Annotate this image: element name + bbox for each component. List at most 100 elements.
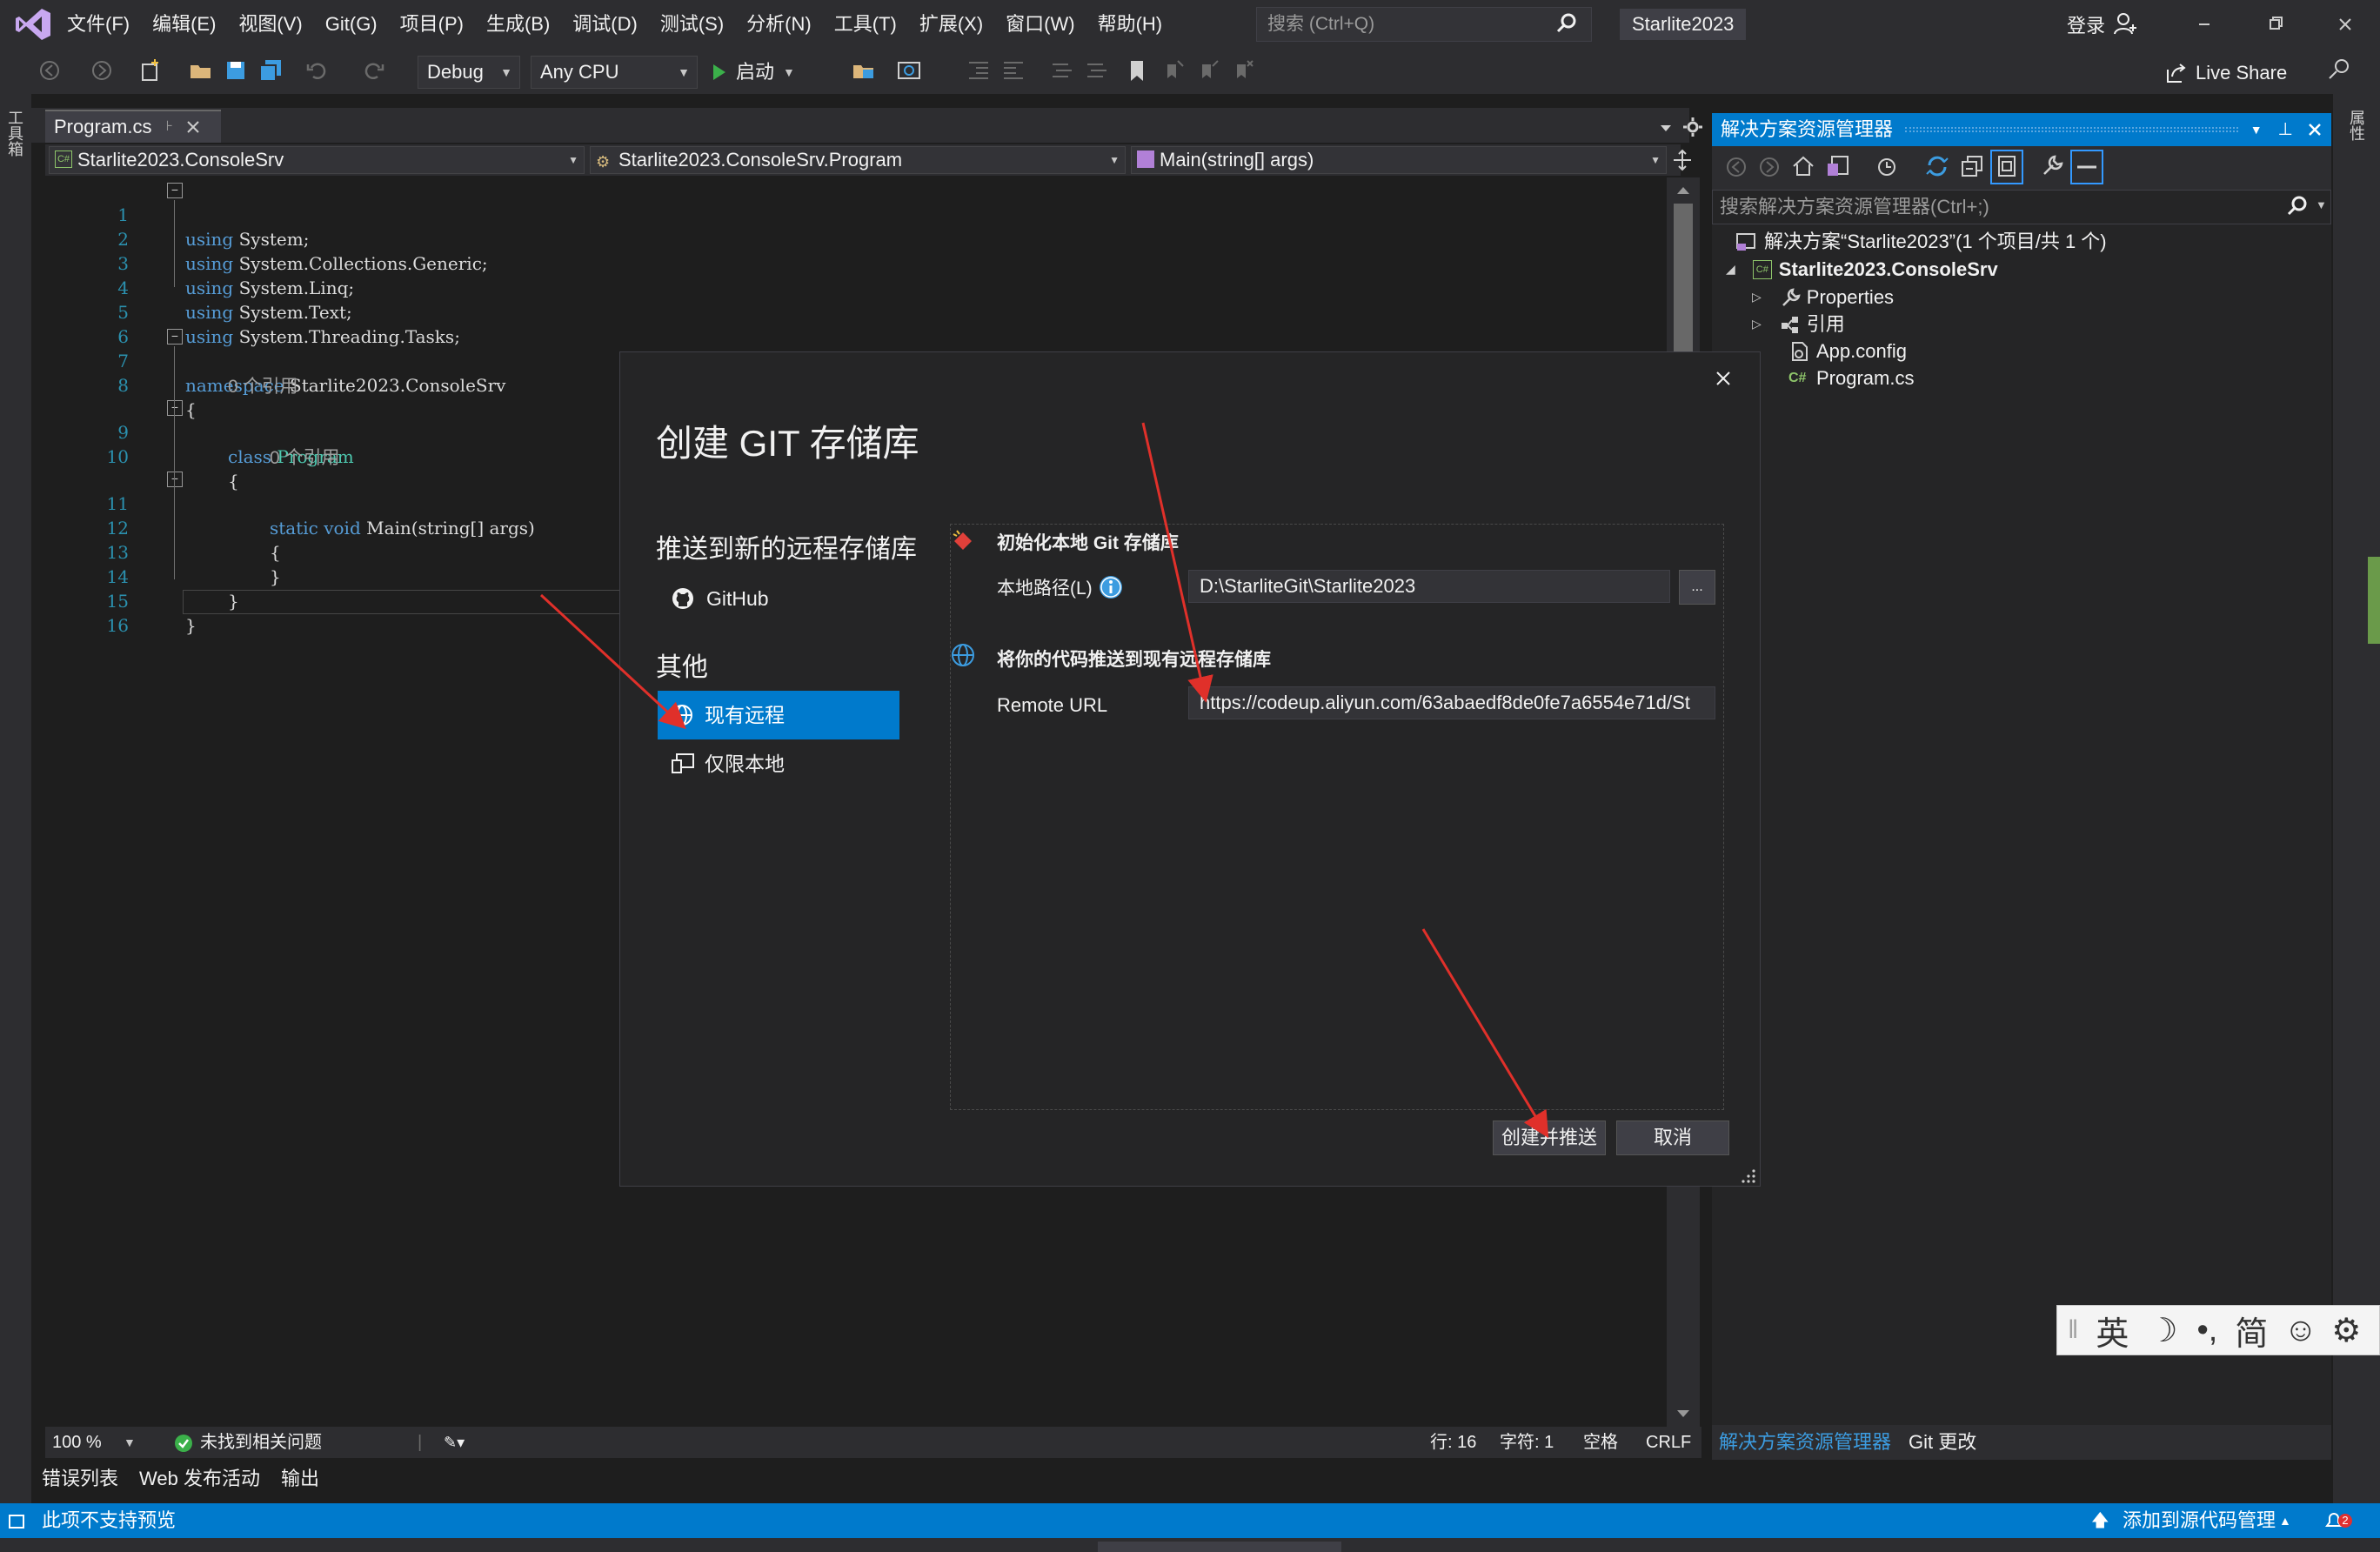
show-all-files-button[interactable]: [1990, 150, 2023, 184]
code-cleanup-icon[interactable]: ✎▾: [444, 1427, 465, 1458]
back-icon[interactable]: [37, 57, 63, 84]
open-file-folder-icon[interactable]: [851, 57, 877, 84]
bookmark-icon[interactable]: [1124, 57, 1150, 84]
pin-icon[interactable]: ⊦: [165, 112, 172, 142]
new-project-icon[interactable]: [137, 57, 164, 84]
member-navigation-dropdown[interactable]: Main(string[] args) ▼: [1131, 146, 1667, 174]
project-navigation-dropdown[interactable]: C# Starlite2023.ConsoleSrv ▼: [49, 146, 585, 174]
outdent-icon[interactable]: [1000, 57, 1026, 84]
global-search-input[interactable]: 搜索 (Ctrl+Q): [1256, 7, 1592, 42]
switch-views-icon[interactable]: [1825, 153, 1851, 179]
comment-out-icon[interactable]: [1049, 57, 1075, 84]
live-share-button[interactable]: Live Share: [2164, 56, 2287, 90]
scroll-up-icon[interactable]: [1674, 183, 1693, 198]
home-icon[interactable]: [1790, 153, 1816, 179]
solution-explorer-search-input[interactable]: 搜索解决方案资源管理器(Ctrl+;): [1712, 190, 2331, 224]
code-lens-references[interactable]: 0 个引用: [228, 372, 298, 398]
next-bookmark-icon[interactable]: [1195, 57, 1221, 84]
forward-icon[interactable]: [89, 57, 115, 84]
collapsed-chevron-icon[interactable]: ▷: [1752, 311, 1762, 338]
resize-grip-icon[interactable]: [1740, 1167, 1757, 1185]
horizontal-scroll-thumb[interactable]: [1098, 1542, 1341, 1552]
solution-platform-dropdown[interactable]: Any CPU ▼: [531, 56, 698, 89]
menu-analyze[interactable]: 分析(N): [735, 0, 823, 49]
ime-settings-gear-icon[interactable]: ⚙: [2331, 1311, 2361, 1350]
issues-status[interactable]: 未找到相关问题: [200, 1427, 322, 1458]
window-position-dropdown-icon[interactable]: ▼: [2250, 113, 2263, 146]
menu-git[interactable]: Git(G): [314, 0, 389, 49]
tree-item-program-cs[interactable]: C# Program.cs: [1788, 365, 1914, 391]
remote-url-input[interactable]: https://codeup.aliyun.com/63abaedf8de0fe…: [1188, 686, 1715, 719]
collapse-icon[interactable]: −: [167, 183, 183, 198]
pending-changes-filter-icon[interactable]: [1874, 153, 1900, 179]
tab-error-list[interactable]: 错误列表: [31, 1462, 129, 1496]
menu-file[interactable]: 文件(F): [56, 0, 141, 49]
info-icon[interactable]: [1098, 574, 1124, 600]
tab-program-cs[interactable]: Program.cs ⊦: [45, 110, 221, 143]
local-path-input[interactable]: D:\StarliteGit\Starlite2023: [1188, 570, 1670, 603]
collapsed-chevron-icon[interactable]: ▷: [1752, 284, 1762, 311]
tab-git-changes[interactable]: Git 更改: [1898, 1425, 1987, 1460]
properties-wrench-icon[interactable]: [2039, 153, 2065, 179]
chevron-down-icon[interactable]: ▼: [124, 1427, 136, 1458]
menu-edit[interactable]: 编辑(E): [141, 0, 227, 49]
clear-bookmarks-icon[interactable]: [1230, 57, 1256, 84]
collapse-icon[interactable]: −: [167, 472, 183, 487]
forward-icon[interactable]: [1757, 155, 1782, 179]
search-icon[interactable]: [2284, 193, 2310, 219]
browse-button[interactable]: ...: [1679, 570, 1715, 605]
preview-selected-button[interactable]: [2070, 150, 2103, 184]
feedback-icon[interactable]: [2324, 56, 2354, 85]
menu-help[interactable]: 帮助(H): [1086, 0, 1174, 49]
whitespace-mode[interactable]: 空格: [1583, 1427, 1618, 1458]
dialog-close-icon[interactable]: [1710, 365, 1736, 391]
previous-bookmark-icon[interactable]: [1160, 57, 1187, 84]
tab-output[interactable]: 输出: [271, 1462, 330, 1496]
menu-project[interactable]: 项目(P): [389, 0, 475, 49]
sign-in-link[interactable]: 登录: [2067, 10, 2105, 38]
tree-project-node[interactable]: ◢ C# Starlite2023.ConsoleSrv: [1726, 256, 1998, 283]
menu-extensions[interactable]: 扩展(X): [908, 0, 994, 49]
properties-side-tab[interactable]: 属性: [2348, 110, 2368, 141]
chevron-up-icon[interactable]: ▲: [2279, 1503, 2291, 1538]
indent-icon[interactable]: [966, 57, 992, 84]
undo-icon[interactable]: [304, 57, 331, 84]
redo-icon[interactable]: [360, 57, 386, 84]
save-all-icon[interactable]: [257, 57, 284, 84]
punctuation-icon[interactable]: •,: [2197, 1312, 2218, 1349]
minimize-icon[interactable]: [2180, 7, 2229, 42]
github-option[interactable]: GitHub: [670, 583, 769, 614]
collapse-icon[interactable]: −: [167, 400, 183, 416]
start-debugging-button[interactable]: 启动 ▼: [708, 56, 795, 89]
zoom-level-dropdown[interactable]: 100 %: [52, 1427, 102, 1458]
menu-build[interactable]: 生成(B): [475, 0, 561, 49]
save-icon[interactable]: [223, 57, 249, 84]
create-and-push-button[interactable]: 创建并推送: [1493, 1121, 1606, 1155]
settings-gear-icon[interactable]: [1681, 115, 1705, 139]
tab-list-dropdown-icon[interactable]: [1656, 118, 1675, 137]
menu-tools[interactable]: 工具(T): [823, 0, 908, 49]
menu-debug[interactable]: 调试(D): [561, 0, 649, 49]
ime-simplified-toggle[interactable]: 简: [2235, 1307, 2268, 1355]
close-panel-icon[interactable]: [2307, 122, 2323, 137]
split-editor-icon[interactable]: [1670, 148, 1695, 172]
ime-grip[interactable]: ‖: [2068, 1315, 2078, 1345]
menu-test[interactable]: 测试(S): [649, 0, 735, 49]
pin-icon[interactable]: ⊥: [2278, 113, 2293, 146]
code-lens-references[interactable]: 0 个引用: [270, 444, 340, 470]
scroll-down-icon[interactable]: [1674, 1406, 1693, 1422]
toolbox-tab[interactable]: 工具箱: [6, 110, 26, 157]
tree-solution-node[interactable]: 解决方案“Starlite2023”(1 个项目/共 1 个): [1735, 228, 2107, 255]
menu-view[interactable]: 视图(V): [227, 0, 313, 49]
search-options-chevron-icon[interactable]: ▼: [2316, 198, 2327, 211]
menu-window[interactable]: 窗口(W): [994, 0, 1086, 49]
browser-icon[interactable]: [896, 57, 922, 84]
close-tab-icon[interactable]: [185, 119, 201, 135]
restore-icon[interactable]: [2251, 7, 2300, 42]
close-icon[interactable]: [2321, 7, 2370, 42]
collapse-icon[interactable]: −: [167, 329, 183, 345]
sync-icon[interactable]: [1924, 153, 1950, 179]
open-folder-icon[interactable]: [188, 57, 214, 84]
existing-remote-option[interactable]: 现有远程: [658, 691, 899, 739]
uncomment-icon[interactable]: [1084, 57, 1110, 84]
